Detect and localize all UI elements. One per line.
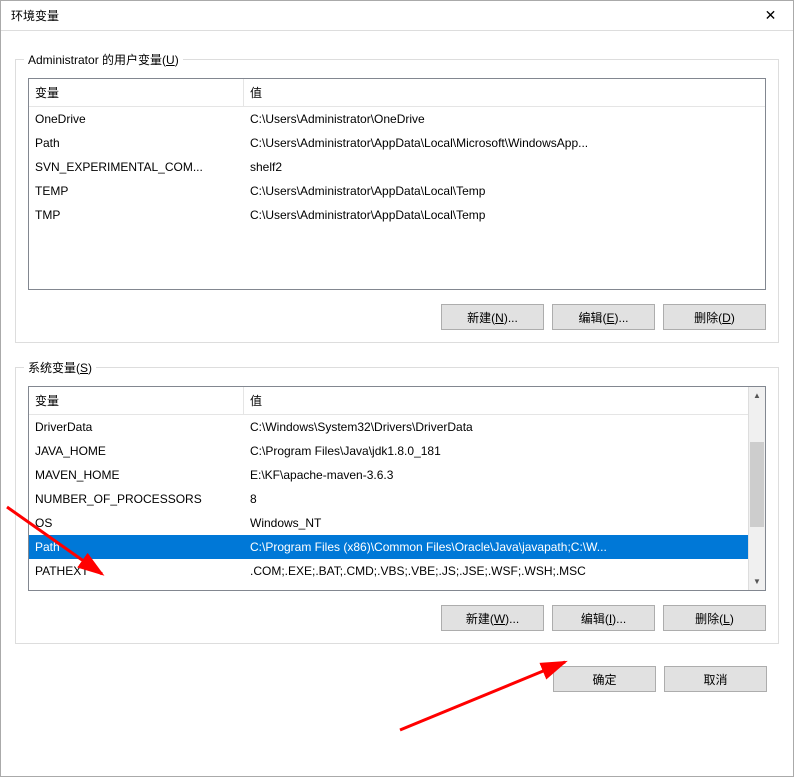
cancel-button[interactable]: 取消 — [664, 666, 767, 692]
col-header-variable[interactable]: 变量 — [29, 387, 244, 414]
col-header-value[interactable]: 值 — [244, 387, 748, 414]
cell-variable: TEMP — [29, 179, 244, 203]
cell-value: C:\Users\Administrator\AppData\Local\Mic… — [244, 131, 765, 155]
table-row[interactable]: TEMPC:\Users\Administrator\AppData\Local… — [29, 179, 765, 203]
environment-variables-dialog: 环境变量 ✕ Administrator 的用户变量(U) 变量 值 OneDr… — [0, 0, 794, 777]
user-edit-button[interactable]: 编辑(E)... — [552, 304, 655, 330]
table-row[interactable]: MAVEN_HOMEE:\KF\apache-maven-3.6.3 — [29, 463, 748, 487]
table-row[interactable]: NUMBER_OF_PROCESSORS8 — [29, 487, 748, 511]
cell-value: C:\Program Files\Java\jdk1.8.0_181 — [244, 439, 748, 463]
cell-variable: Path — [29, 131, 244, 155]
cell-variable: DriverData — [29, 415, 244, 439]
system-new-button[interactable]: 新建(W)... — [441, 605, 544, 631]
cell-variable: SVN_EXPERIMENTAL_COM... — [29, 155, 244, 179]
cell-variable: NUMBER_OF_PROCESSORS — [29, 487, 244, 511]
table-row[interactable]: PathC:\Users\Administrator\AppData\Local… — [29, 131, 765, 155]
user-variables-group: Administrator 的用户变量(U) 变量 值 OneDriveC:\U… — [15, 59, 779, 343]
table-row[interactable]: OSWindows_NT — [29, 511, 748, 535]
cell-value: .COM;.EXE;.BAT;.CMD;.VBS;.VBE;.JS;.JSE;.… — [244, 559, 748, 583]
user-rows-container: OneDriveC:\Users\Administrator\OneDriveP… — [29, 107, 765, 227]
table-row[interactable]: PROCESSOR_ARCHITECTUREAMD64 — [29, 583, 748, 590]
cell-variable: TMP — [29, 203, 244, 227]
cell-variable: OneDrive — [29, 107, 244, 131]
col-header-value[interactable]: 值 — [244, 79, 765, 106]
titlebar: 环境变量 ✕ — [1, 1, 793, 31]
scroll-up-icon[interactable]: ▲ — [749, 387, 765, 404]
user-delete-button[interactable]: 删除(D) — [663, 304, 766, 330]
user-new-button[interactable]: 新建(N)... — [441, 304, 544, 330]
table-row[interactable]: DriverDataC:\Windows\System32\Drivers\Dr… — [29, 415, 748, 439]
system-delete-button[interactable]: 删除(L) — [663, 605, 766, 631]
cell-variable: Path — [29, 535, 244, 559]
cell-variable: PATHEXT — [29, 559, 244, 583]
col-header-variable[interactable]: 变量 — [29, 79, 244, 106]
vertical-scrollbar[interactable]: ▲ ▼ — [748, 387, 765, 590]
cell-value: AMD64 — [244, 583, 748, 590]
cell-value: 8 — [244, 487, 748, 511]
scroll-down-icon[interactable]: ▼ — [749, 573, 765, 590]
cell-variable: JAVA_HOME — [29, 439, 244, 463]
cell-value: C:\Users\Administrator\AppData\Local\Tem… — [244, 179, 765, 203]
table-row[interactable]: PATHEXT.COM;.EXE;.BAT;.CMD;.VBS;.VBE;.JS… — [29, 559, 748, 583]
dialog-button-row: 确定 取消 — [15, 666, 779, 692]
cell-variable: PROCESSOR_ARCHITECTURE — [29, 583, 244, 590]
table-row[interactable]: OneDriveC:\Users\Administrator\OneDrive — [29, 107, 765, 131]
system-variables-list[interactable]: 变量 值 DriverDataC:\Windows\System32\Drive… — [28, 386, 766, 591]
list-header: 变量 值 — [29, 387, 748, 415]
system-variables-group: 系统变量(S) 变量 值 DriverDataC:\Windows\System… — [15, 367, 779, 644]
ok-button[interactable]: 确定 — [553, 666, 656, 692]
cell-value: shelf2 — [244, 155, 765, 179]
close-button[interactable]: ✕ — [748, 1, 793, 30]
table-row[interactable]: PathC:\Program Files (x86)\Common Files\… — [29, 535, 748, 559]
scrollbar-thumb[interactable] — [750, 442, 764, 527]
close-icon: ✕ — [765, 7, 777, 24]
cell-value: C:\Windows\System32\Drivers\DriverData — [244, 415, 748, 439]
table-row[interactable]: SVN_EXPERIMENTAL_COM...shelf2 — [29, 155, 765, 179]
system-rows-container: DriverDataC:\Windows\System32\Drivers\Dr… — [29, 415, 748, 590]
table-row[interactable]: JAVA_HOMEC:\Program Files\Java\jdk1.8.0_… — [29, 439, 748, 463]
user-variables-list[interactable]: 变量 值 OneDriveC:\Users\Administrator\OneD… — [28, 78, 766, 290]
system-edit-button[interactable]: 编辑(I)... — [552, 605, 655, 631]
cell-value: C:\Users\Administrator\AppData\Local\Tem… — [244, 203, 765, 227]
system-button-row: 新建(W)... 编辑(I)... 删除(L) — [28, 605, 766, 631]
cell-value: C:\Program Files (x86)\Common Files\Orac… — [244, 535, 748, 559]
system-variables-legend: 系统变量(S) — [24, 359, 96, 376]
cell-value: Windows_NT — [244, 511, 748, 535]
cell-variable: OS — [29, 511, 244, 535]
list-header: 变量 值 — [29, 79, 765, 107]
cell-variable: MAVEN_HOME — [29, 463, 244, 487]
cell-value: E:\KF\apache-maven-3.6.3 — [244, 463, 748, 487]
window-title: 环境变量 — [11, 7, 59, 24]
user-variables-legend: Administrator 的用户变量(U) — [24, 51, 183, 68]
table-row[interactable]: TMPC:\Users\Administrator\AppData\Local\… — [29, 203, 765, 227]
dialog-content: Administrator 的用户变量(U) 变量 值 OneDriveC:\U… — [1, 31, 793, 776]
user-button-row: 新建(N)... 编辑(E)... 删除(D) — [28, 304, 766, 330]
cell-value: C:\Users\Administrator\OneDrive — [244, 107, 765, 131]
